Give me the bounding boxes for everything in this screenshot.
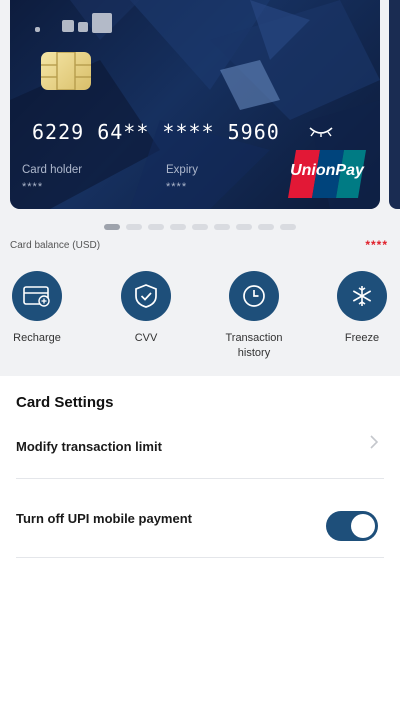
carousel-dot [236, 224, 252, 230]
toggle-knob [351, 514, 375, 538]
shield-check-icon [121, 271, 171, 321]
carousel-dot [280, 224, 296, 230]
card-number: 6229 64** **** 5960 [32, 120, 280, 144]
card-settings-section: Card Settings Modify transaction limit T… [0, 376, 400, 711]
carousel-dot [214, 224, 230, 230]
upi-payment-label: Turn off UPI mobile payment [16, 511, 192, 526]
card-holder-label: Card holder [22, 164, 83, 176]
carousel-dot [258, 224, 274, 230]
balance-value[interactable]: **** [365, 238, 388, 252]
recharge-button[interactable]: Recharge [0, 271, 82, 346]
eye-closed-icon[interactable] [308, 124, 334, 138]
snowflake-icon [337, 271, 387, 321]
expiry-label: Expiry [166, 164, 198, 176]
next-card-preview[interactable] [389, 0, 400, 209]
masked-bank-logo [62, 20, 74, 32]
unionpay-logo: UnionPay [286, 148, 368, 200]
cvv-button[interactable]: CVV [101, 271, 191, 346]
chevron-right-icon [370, 435, 378, 449]
recharge-card-icon [12, 271, 62, 321]
bank-card[interactable]: 6229 64** **** 5960 Card holder **** Exp… [10, 0, 380, 209]
chip-icon [41, 51, 91, 91]
recharge-label: Recharge [13, 332, 61, 344]
card-holder-value: **** [22, 181, 44, 193]
carousel-dot [192, 224, 208, 230]
carousel-dot [148, 224, 164, 230]
masked-bank-logo [78, 22, 88, 32]
balance-label: Card balance (USD) [10, 240, 101, 251]
upi-payment-toggle[interactable] [326, 511, 378, 541]
carousel-dot [126, 224, 142, 230]
freeze-label: Freeze [344, 332, 380, 344]
card-area: 6229 64** **** 5960 Card holder **** Exp… [0, 0, 400, 376]
carousel-dot-active [104, 224, 120, 230]
masked-bank-logo [92, 13, 112, 33]
expiry-value: **** [166, 181, 188, 193]
upi-payment-row: Turn off UPI mobile payment [16, 488, 384, 558]
transaction-history-label: Transaction history [225, 332, 283, 359]
freeze-button[interactable]: Freeze [317, 271, 400, 346]
transaction-history-button[interactable]: Transaction history [209, 271, 299, 361]
masked-bank-logo [35, 27, 40, 32]
carousel-dot [170, 224, 186, 230]
modify-transaction-limit-row[interactable]: Modify transaction limit [16, 409, 384, 479]
cvv-label: CVV [134, 332, 158, 344]
modify-transaction-limit-label: Modify transaction limit [16, 439, 162, 454]
carousel-indicator [104, 224, 296, 230]
clock-icon [229, 271, 279, 321]
